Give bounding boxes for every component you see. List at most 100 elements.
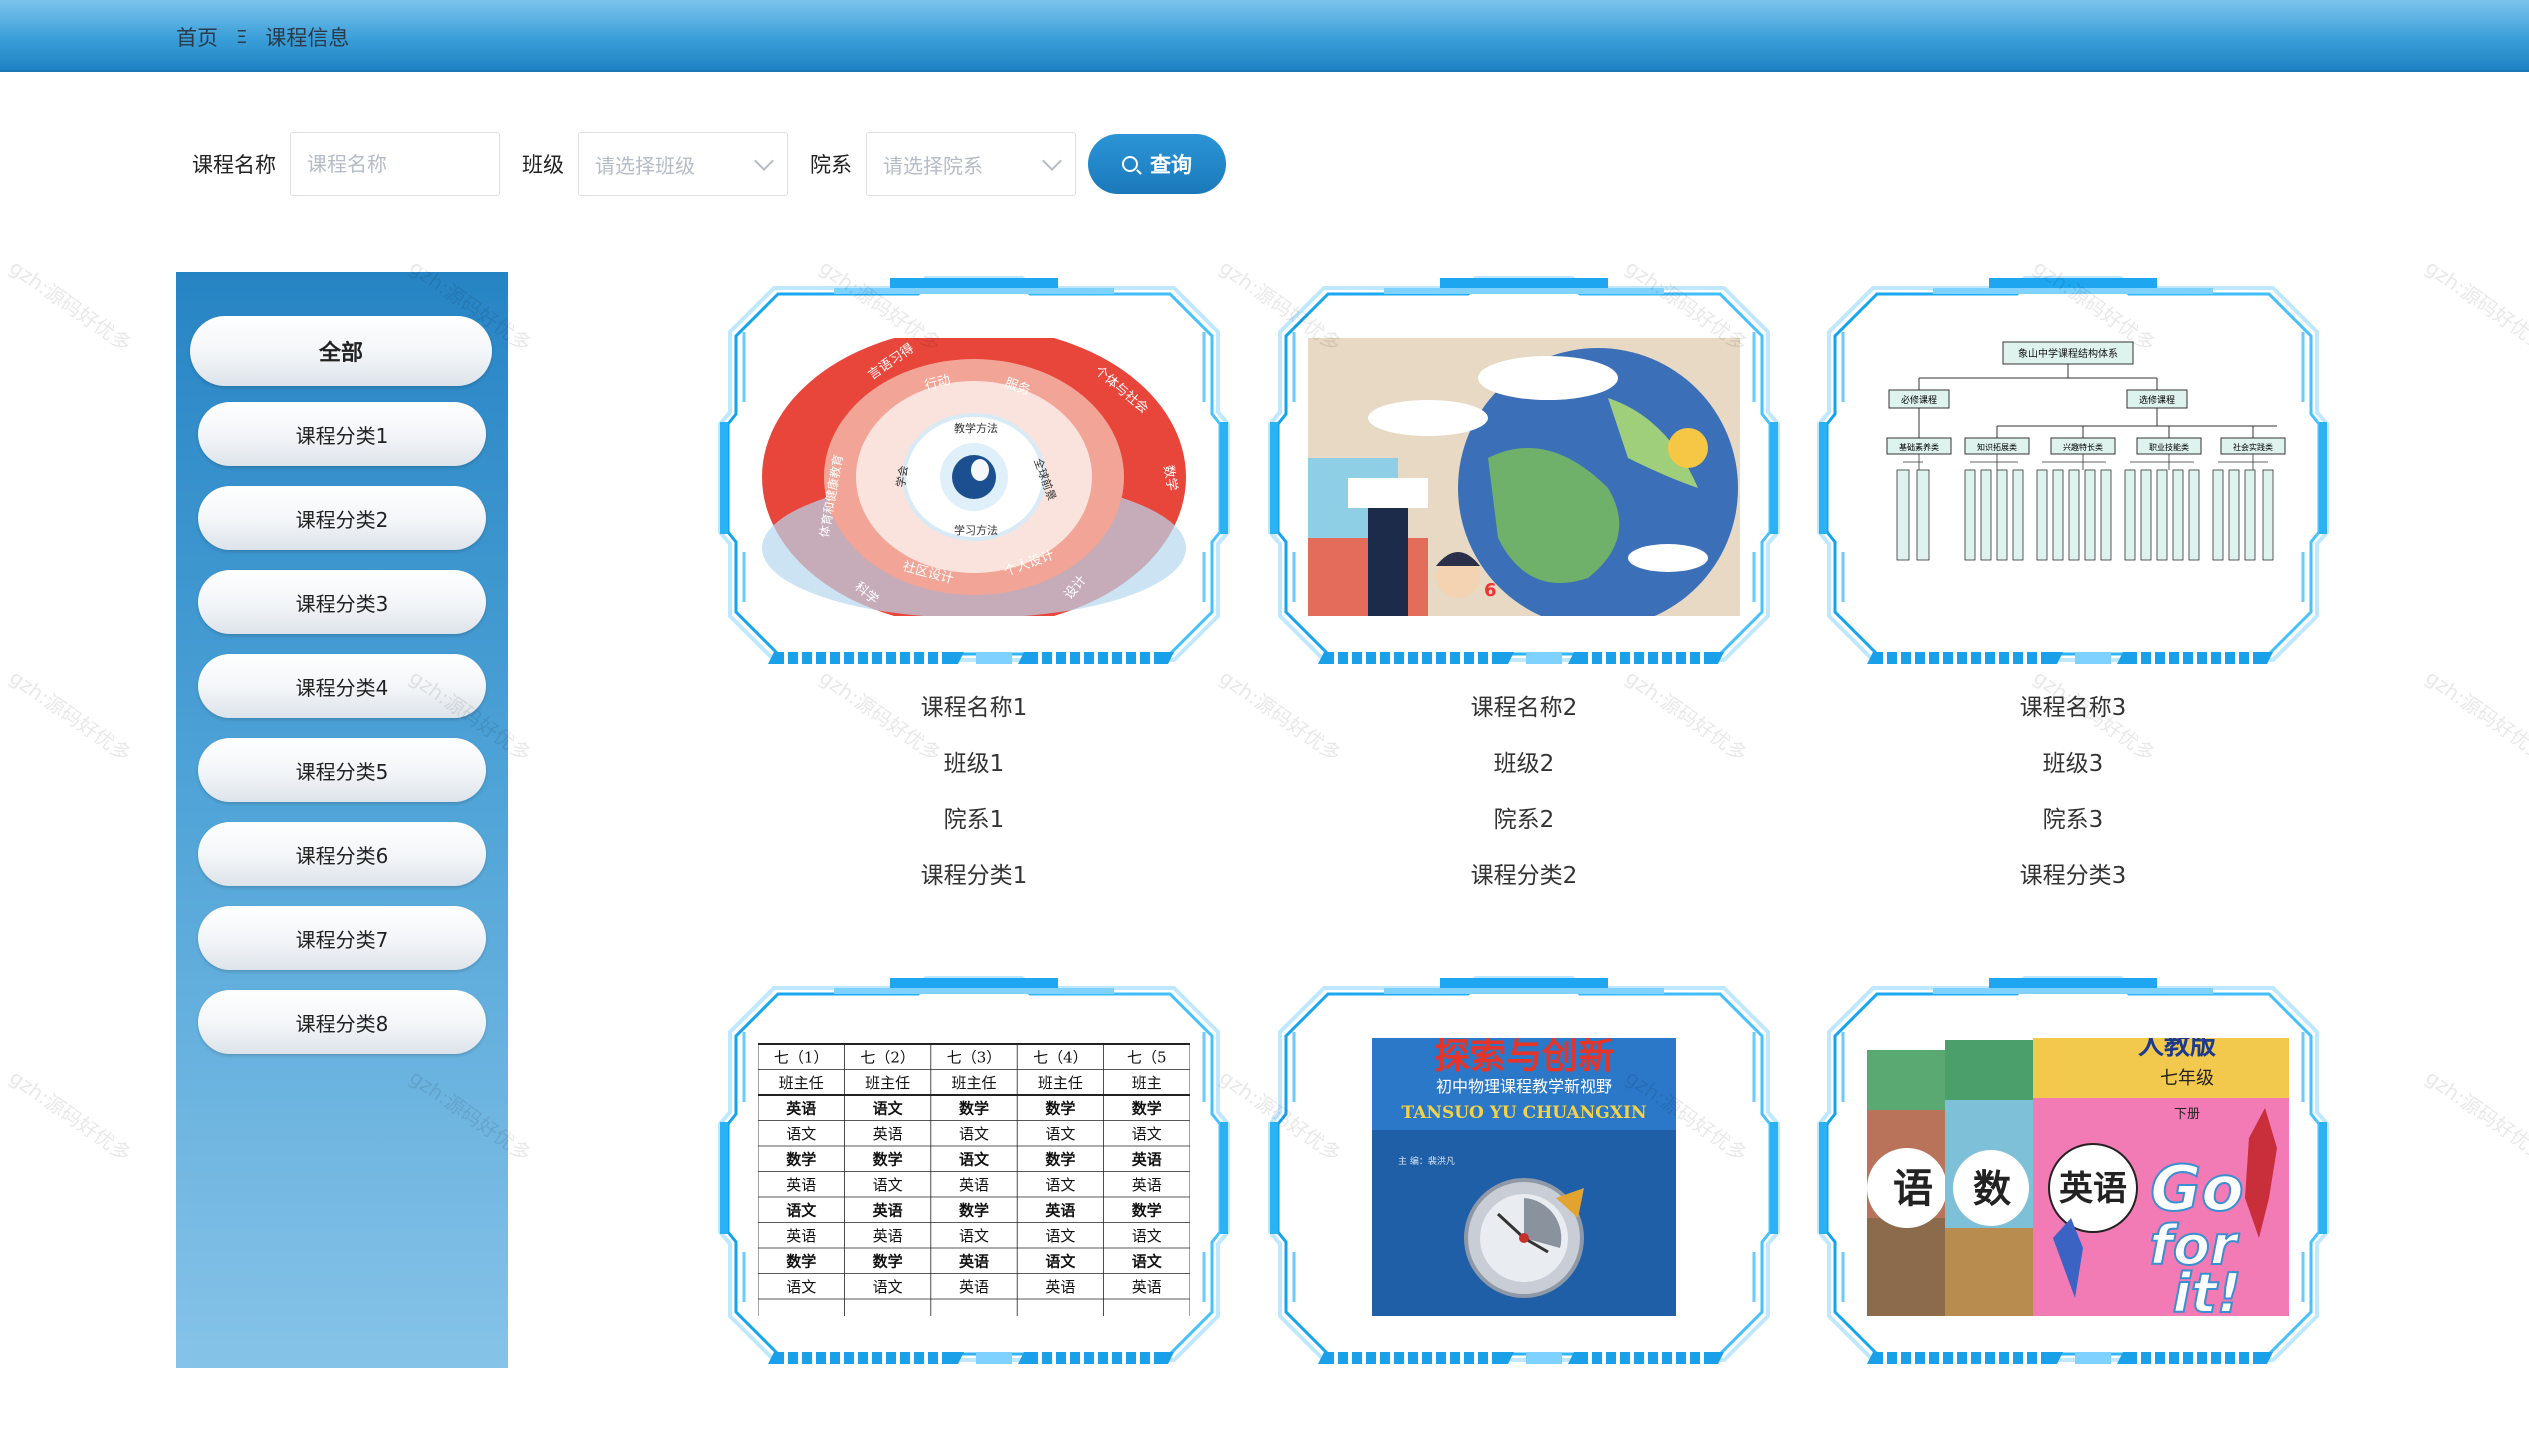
class-select[interactable]: 请选择班级 [578,132,788,196]
book-subject: 数 [1973,1167,2011,1211]
book-editor: 主 编：裴洪凡 [1398,1155,1455,1167]
course-card[interactable]: 象山中学课程结构体系 必修课程 选修课程 基础素养类 知识拓展类 兴趣特长类 职… [1813,272,2333,904]
timetable-cell: 语文 [1132,1125,1162,1143]
org-node: 知识拓展类 [1977,442,2017,452]
course-card[interactable]: 探索与创新 初中物理课程教学新视野 TANSUO YU CHUANGXIN 主 … [1264,972,1784,1436]
category-item[interactable]: 课程分类1 [198,402,486,466]
timetable-cell: 语文 [959,1125,989,1143]
timetable-cell: 语文 [1045,1176,1075,1194]
book-volume: 下册 [2174,1107,2200,1122]
book-subtitle: 初中物理课程教学新视野 [1436,1077,1612,1096]
org-root: 象山中学课程结构体系 [2018,347,2118,360]
card-info [1264,1380,1784,1436]
timetable-header: 七（5 [1127,1048,1167,1066]
timetable-cell: 语文 [959,1150,990,1168]
timetable-cell: 语文 [959,1227,989,1245]
timetable-cell: 班主任 [865,1074,910,1092]
watermark: gzh:源码好优多 [2421,665,2529,767]
timetable-cell: 英语 [1045,1278,1075,1296]
course-name-label: 课程名称 [192,153,276,177]
query-button[interactable]: 查询 [1088,134,1226,194]
timetable-cell: 英语 [959,1176,989,1194]
timetable-cell: 英语 [1132,1150,1162,1168]
timetable-cell: 语文 [873,1176,903,1194]
course-category: 课程分类3 [2019,863,2127,889]
timetable-cell: 英语 [873,1227,903,1245]
timetable-header: 七（1） [774,1048,829,1066]
timetable-cell: 英语 [1045,1201,1075,1219]
timetable-cell: 语文 [786,1201,817,1219]
ring-label: 教学方法 [954,421,998,435]
timetable-cell: 数学 [959,1099,989,1117]
watermark: gzh:源码好优多 [5,665,136,767]
category-item[interactable]: 课程分类7 [198,906,486,970]
timetable-cell: 英语 [873,1201,903,1219]
org-node: 必修课程 [1901,394,1937,406]
course-name-input[interactable] [290,132,500,196]
timetable-cell: 语文 [873,1099,904,1117]
book-subject: 语 [1893,1166,1933,1212]
card-frame: 象山中学课程结构体系 必修课程 选修课程 基础素养类 知识拓展类 兴趣特长类 职… [1813,272,2333,680]
book-grade: 七年级 [2160,1068,2214,1089]
course-card[interactable]: 言语习得 行动 服务 个体与社会 数学 体育和健康教育 教学方法 学会 全球前景… [714,272,1234,904]
query-button-label: 查询 [1150,154,1192,177]
dept-select[interactable]: 请选择院系 [866,132,1076,196]
dept-label: 院系 [810,153,852,177]
card-frame: 6 [1264,272,1784,680]
book-title: 探索与创新 [1434,1038,1614,1077]
timetable-cell: 语文 [1132,1227,1162,1245]
course-category: 课程分类2 [1470,863,1578,889]
category-item[interactable]: 课程分类8 [198,990,486,1054]
course-class: 班级2 [1493,751,1555,777]
ring-label: 学习方法 [954,523,998,537]
timetable-cell: 数学 [786,1150,816,1168]
book-brand: 人教版 [2138,1038,2216,1061]
course-class: 班级3 [2042,751,2104,777]
course-image: 语 数 人教版 七年级 下册 英语 Go for it! [1857,1038,2289,1316]
category-item[interactable]: 课程分类6 [198,822,486,886]
timetable-cell: 英语 [786,1099,816,1117]
course-image: 言语习得 行动 服务 个体与社会 数学 体育和健康教育 教学方法 学会 全球前景… [758,338,1190,616]
card-info [714,1380,1234,1436]
category-item[interactable]: 课程分类4 [198,654,486,718]
category-item[interactable]: 课程分类2 [198,486,486,550]
class-label: 班级 [522,153,564,177]
course-card[interactable]: 语 数 人教版 七年级 下册 英语 Go for it! [1813,972,2333,1436]
course-card[interactable]: 6 课程名称2 班级2 院系2 课程分类2 [1264,272,1784,904]
timetable-cell: 语文 [1045,1227,1075,1245]
course-card[interactable]: 七（1） 七（2） 七（3） 七（4） 七（5 班主任 班主任 班主任 班主任 班主 英语 语文 数学数… [714,972,1234,1436]
org-node: 兴趣特长类 [2063,442,2103,452]
category-sidebar: 全部 课程分类1 课程分类2 课程分类3 课程分类4 课程分类5 课程分类6 课… [176,272,508,1368]
book-pinyin: TANSUO YU CHUANGXIN [1402,1103,1647,1123]
timetable-cell: 班主任 [951,1074,996,1092]
watermark: gzh:源码好优多 [5,1065,136,1167]
timetable-cell: 班主任 [1038,1074,1083,1092]
watermark: gzh:源码好优多 [2421,255,2529,357]
category-all[interactable]: 全部 [190,316,492,386]
course-image: 探索与创新 初中物理课程教学新视野 TANSUO YU CHUANGXIN 主 … [1308,1038,1740,1316]
timetable-cell: 语文 [1045,1252,1076,1270]
watermark: gzh:源码好优多 [2421,1065,2529,1167]
course-image: 象山中学课程结构体系 必修课程 选修课程 基础素养类 知识拓展类 兴趣特长类 职… [1857,338,2289,616]
timetable-cell: 语文 [1132,1252,1163,1270]
timetable-cell: 语文 [786,1278,816,1296]
svg-text:6: 6 [1484,580,1497,601]
search-bar: 课程名称 班级 请选择班级 院系 请选择院系 查询 [192,132,1226,196]
timetable-cell: 数学 [1045,1099,1075,1117]
timetable-cell: 语文 [786,1125,816,1143]
course-image: 6 [1308,338,1740,616]
timetable-header: 七（4） [1033,1048,1088,1066]
timetable-cell: 英语 [786,1227,816,1245]
dept-select-placeholder: 请选择院系 [883,153,983,178]
card-frame: 语 数 人教版 七年级 下册 英语 Go for it! [1813,972,2333,1380]
timetable-cell: 班主任 [779,1074,824,1092]
course-dept: 院系2 [1493,807,1555,833]
breadcrumb-home[interactable]: 首页 [176,22,218,52]
course-image: 七（1） 七（2） 七（3） 七（4） 七（5 班主任 班主任 班主任 班主任 班主 英语 语文 数学数… [758,1038,1190,1316]
category-item[interactable]: 课程分类3 [198,570,486,634]
category-item[interactable]: 课程分类5 [198,738,486,802]
org-node: 基础素养类 [1899,442,1939,452]
card-info: 课程名称3 班级3 院系3 课程分类3 [1813,680,2333,904]
timetable-cell: 班主 [1132,1074,1162,1092]
breadcrumb: 首页 Ξ 课程信息 [176,22,349,52]
